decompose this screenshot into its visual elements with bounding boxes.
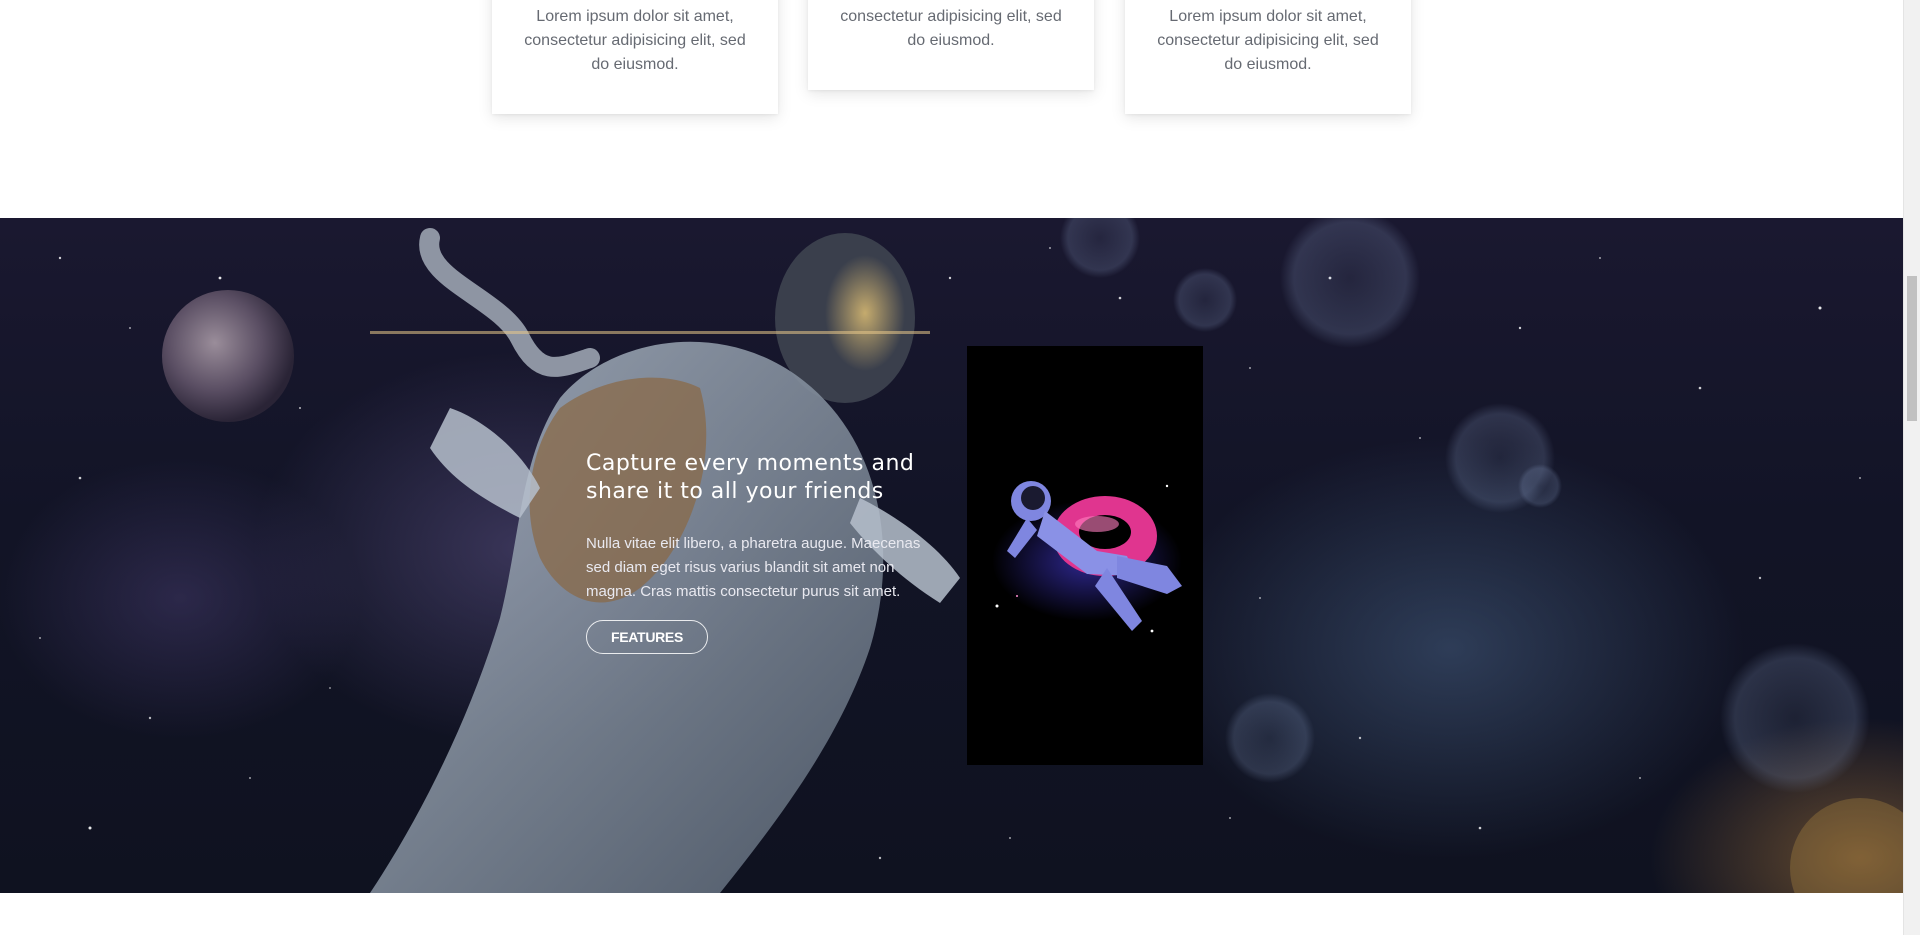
- scrollbar-thumb[interactable]: [1907, 276, 1917, 421]
- feature-card-text: Lorem ipsum dolor sit amet, consectetur …: [1157, 8, 1379, 73]
- hero-copy: Capture every moments and share it to al…: [586, 450, 936, 654]
- landing-page: Lorem ipsum dolor sit amet, consectetur …: [0, 0, 1920, 935]
- media-panel[interactable]: [967, 346, 1203, 765]
- hero-title: Capture every moments and share it to al…: [586, 451, 915, 504]
- feature-card-2: consectetur adipisicing elit, sed do eiu…: [808, 0, 1094, 90]
- astronaut-floating-icon: [992, 481, 1182, 633]
- hero-description: Nulla vitae elit libero, a pharetra augu…: [586, 535, 921, 600]
- feature-card-1: Lorem ipsum dolor sit amet, consectetur …: [492, 0, 778, 114]
- page-scrollbar[interactable]: [1903, 0, 1920, 935]
- feature-card-text: consectetur adipisicing elit, sed do eiu…: [840, 8, 1062, 49]
- space-hero-section: Capture every moments and share it to al…: [0, 218, 1903, 893]
- stars: [39, 247, 1861, 860]
- feature-card-3: Lorem ipsum dolor sit amet, consectetur …: [1125, 0, 1411, 114]
- feature-card-text: Lorem ipsum dolor sit amet, consectetur …: [524, 8, 746, 73]
- features-button[interactable]: FEATURES: [586, 620, 709, 654]
- planet: [162, 290, 294, 422]
- space-background-illustration: [39, 218, 1903, 893]
